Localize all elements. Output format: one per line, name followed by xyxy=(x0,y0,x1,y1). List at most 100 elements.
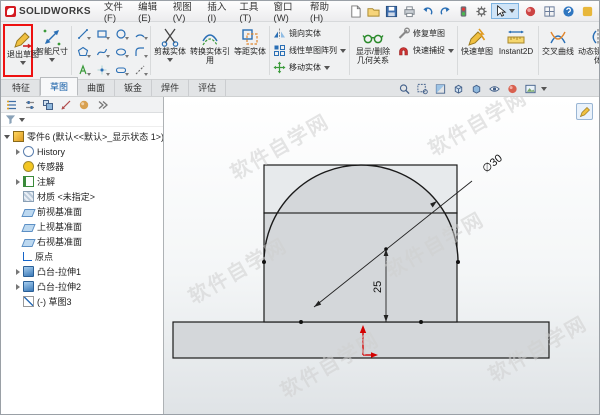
arc-tool-icon[interactable] xyxy=(130,25,149,43)
tab-surfaces[interactable]: 曲面 xyxy=(78,79,115,96)
appearance-ball-icon[interactable] xyxy=(523,4,538,19)
mirror-entities-button[interactable]: 镜向实体 xyxy=(271,26,348,41)
polygon-tool-icon[interactable] xyxy=(73,43,92,61)
tree-item-top-plane[interactable]: 上视基准面 xyxy=(1,219,163,234)
tab-sheet-metal[interactable]: 钣金 xyxy=(115,79,152,96)
save-icon[interactable] xyxy=(384,4,399,19)
ellipse-tool-icon[interactable] xyxy=(111,43,130,61)
tree-item-origin[interactable]: 原点 xyxy=(1,249,163,264)
menu-help[interactable]: 帮助(H) xyxy=(305,0,338,26)
tree-item-boss-extrude1[interactable]: 凸台-拉伸1 xyxy=(1,264,163,279)
options-icon[interactable] xyxy=(474,4,489,19)
smart-dimension-button[interactable]: 智能尺寸 xyxy=(34,23,70,78)
grid-icon[interactable] xyxy=(542,4,557,19)
slot-tool-icon[interactable] xyxy=(111,61,130,79)
exit-sketch-dropdown[interactable] xyxy=(20,61,26,65)
expander-icon[interactable] xyxy=(16,149,20,155)
quick-snaps-dropdown[interactable] xyxy=(448,49,454,53)
hide-show-icon[interactable] xyxy=(487,82,501,95)
menu-window[interactable]: 窗口(W) xyxy=(269,0,303,26)
apply-scene-icon[interactable] xyxy=(523,82,537,95)
quick-snaps-button[interactable]: 快速捕捉 xyxy=(395,43,456,58)
tab-sketch[interactable]: 草图 xyxy=(40,77,78,96)
expander-icon[interactable] xyxy=(16,179,20,185)
tree-item-front-plane[interactable]: 前视基准面 xyxy=(1,204,163,219)
expander-icon[interactable] xyxy=(16,284,20,290)
cursor-dropdown-arrow[interactable] xyxy=(509,9,515,13)
text-tool-icon[interactable] xyxy=(73,61,92,79)
linear-pattern-button[interactable]: 线性草图阵列 xyxy=(271,43,348,58)
tab-evaluate[interactable]: 评估 xyxy=(189,79,226,96)
menu-insert[interactable]: 插入(I) xyxy=(202,0,232,26)
expander-open-icon[interactable] xyxy=(4,135,10,139)
trim-entities-button[interactable]: 剪裁实体 xyxy=(152,23,188,78)
repair-sketch-button[interactable]: 修复草图 xyxy=(395,26,456,41)
offset-entities-button[interactable]: 等距实体 xyxy=(232,23,268,78)
move-entities-dropdown[interactable] xyxy=(324,66,330,70)
menu-edit[interactable]: 编辑(E) xyxy=(133,0,166,26)
dimxpert-manager-tab-icon[interactable] xyxy=(59,98,72,111)
trim-dropdown[interactable] xyxy=(167,58,173,62)
expander-icon[interactable] xyxy=(16,269,20,275)
help-icon[interactable] xyxy=(561,4,576,19)
sketch-point[interactable] xyxy=(419,320,423,324)
tree-item-material[interactable]: 材质 <未指定> xyxy=(1,189,163,204)
display-style-icon[interactable] xyxy=(469,82,483,95)
print-icon[interactable] xyxy=(402,4,417,19)
feature-tree-tab-icon[interactable] xyxy=(5,98,18,111)
display-manager-tab-icon[interactable] xyxy=(77,98,90,111)
headsup-dropdown-arrow[interactable] xyxy=(541,87,547,91)
tab-weldments[interactable]: 焊件 xyxy=(152,79,189,96)
convert-entities-button[interactable]: 转换实体引用 xyxy=(188,23,232,78)
menu-file[interactable]: 文件(F) xyxy=(99,0,131,26)
graphics-area[interactable]: ∅30 25 xyxy=(164,97,599,415)
resources-icon[interactable] xyxy=(580,4,595,19)
tree-item-boss-extrude2[interactable]: 凸台-拉伸2 xyxy=(1,279,163,294)
base-plate-face[interactable] xyxy=(173,322,549,358)
line-tool-icon[interactable] xyxy=(73,25,92,43)
undo-icon[interactable] xyxy=(420,4,435,19)
circle-tool-icon[interactable] xyxy=(111,25,130,43)
configuration-manager-tab-icon[interactable] xyxy=(41,98,54,111)
dynamic-mirror-button[interactable]: 动态镜向实体 xyxy=(576,23,599,78)
sketch-point[interactable] xyxy=(299,320,303,324)
selection-cursor-icon[interactable] xyxy=(491,3,519,19)
rectangle-tool-icon[interactable] xyxy=(92,25,111,43)
sketch-point[interactable] xyxy=(262,260,266,264)
tab-features[interactable]: 特征 xyxy=(3,79,40,96)
new-document-icon[interactable] xyxy=(348,4,363,19)
instant2d-button[interactable]: Instant2D xyxy=(495,23,537,78)
tree-root-part[interactable]: 零件6 (默认<<默认>_显示状态 1>) xyxy=(1,129,163,144)
edit-appearance-icon[interactable] xyxy=(505,82,519,95)
linear-pattern-dropdown[interactable] xyxy=(340,49,346,53)
tree-item-annotations[interactable]: 注解 xyxy=(1,174,163,189)
tree-item-sketch3[interactable]: (-) 草图3 xyxy=(1,294,163,309)
move-entities-button[interactable]: 移动实体 xyxy=(271,60,348,75)
property-manager-tab-icon[interactable] xyxy=(23,98,36,111)
sketch-point[interactable] xyxy=(456,260,460,264)
panel-chevron-icon[interactable] xyxy=(95,98,108,111)
intersection-curve-button[interactable]: 交叉曲线 xyxy=(540,23,576,78)
view-orientation-icon[interactable] xyxy=(451,82,465,95)
construction-line-tool-icon[interactable] xyxy=(130,61,149,79)
open-icon[interactable] xyxy=(366,4,381,19)
smart-dimension-dropdown[interactable] xyxy=(49,58,55,62)
filter-funnel-icon[interactable] xyxy=(5,114,16,125)
point-tool-icon[interactable] xyxy=(92,61,111,79)
spline-tool-icon[interactable] xyxy=(92,43,111,61)
rebuild-icon[interactable] xyxy=(456,4,471,19)
rapid-sketch-button[interactable]: 快速草图 xyxy=(459,23,495,78)
fillet-tool-icon[interactable] xyxy=(130,43,149,61)
tree-item-right-plane[interactable]: 右视基准面 xyxy=(1,234,163,249)
confirmation-corner[interactable] xyxy=(576,103,593,120)
filter-dropdown-arrow[interactable] xyxy=(19,118,25,122)
tree-item-sensors[interactable]: 传感器 xyxy=(1,159,163,174)
menu-view[interactable]: 视图(V) xyxy=(168,0,201,26)
tree-item-history[interactable]: History xyxy=(1,144,163,159)
redo-icon[interactable] xyxy=(438,4,453,19)
display-delete-relations-button[interactable]: 显示/删除几何关系 xyxy=(351,23,395,78)
menu-tools[interactable]: 工具(T) xyxy=(234,0,266,26)
zoom-fit-icon[interactable] xyxy=(397,82,411,95)
section-view-icon[interactable] xyxy=(433,82,447,95)
zoom-area-icon[interactable] xyxy=(415,82,429,95)
